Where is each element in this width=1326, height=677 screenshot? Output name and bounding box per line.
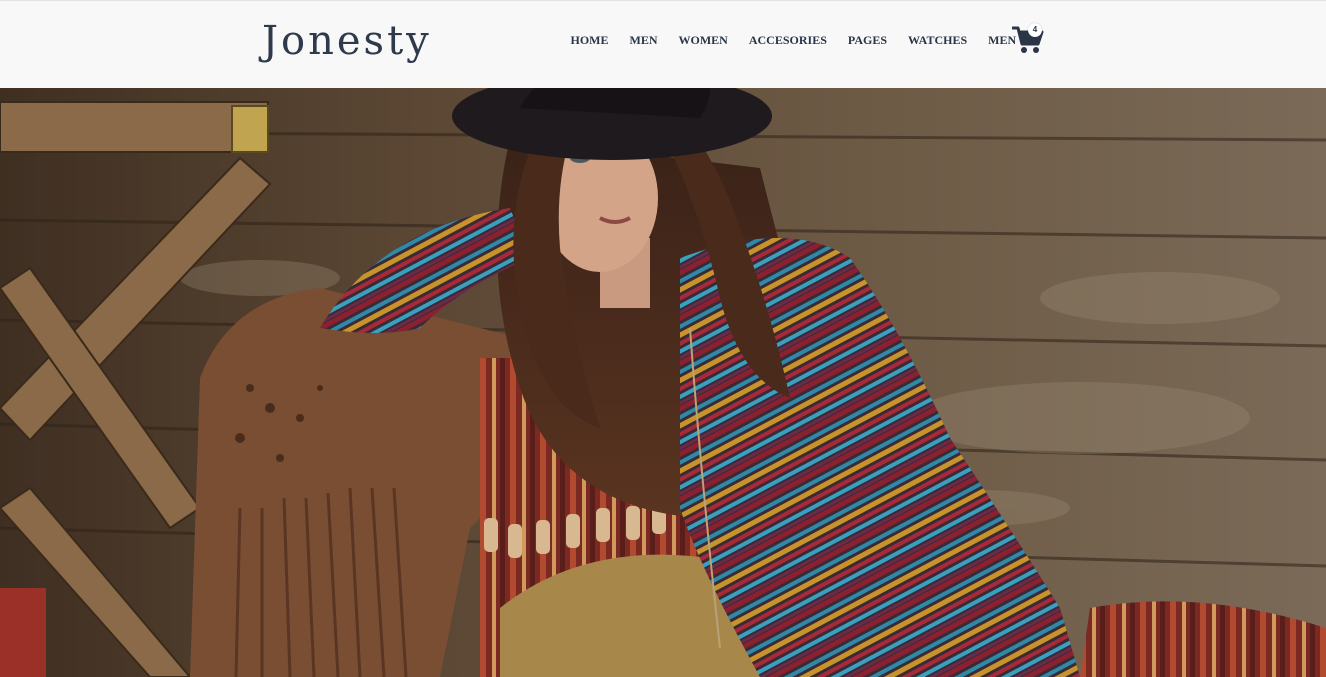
site-header: Jonesty HOME MEN WOMEN ACCESORIES PAGES … [0, 0, 1326, 88]
hero-banner [0, 88, 1326, 677]
nav-item-pages[interactable]: PAGES [837, 31, 897, 49]
hero-image [0, 88, 1326, 677]
main-nav: HOME MEN WOMEN ACCESORIES PAGES WATCHES … [560, 31, 1027, 49]
nav-item-accesories[interactable]: ACCESORIES [738, 31, 837, 49]
nav-item-men[interactable]: MEN [619, 31, 668, 49]
nav-item-home[interactable]: HOME [560, 31, 619, 49]
nav-item-women[interactable]: WOMEN [668, 31, 738, 49]
nav-item-watches[interactable]: WATCHES [898, 31, 978, 49]
cart-count-badge: 4 [1028, 23, 1042, 37]
site-logo[interactable]: Jonesty [262, 15, 432, 67]
cart-button[interactable]: 4 [1012, 23, 1052, 57]
